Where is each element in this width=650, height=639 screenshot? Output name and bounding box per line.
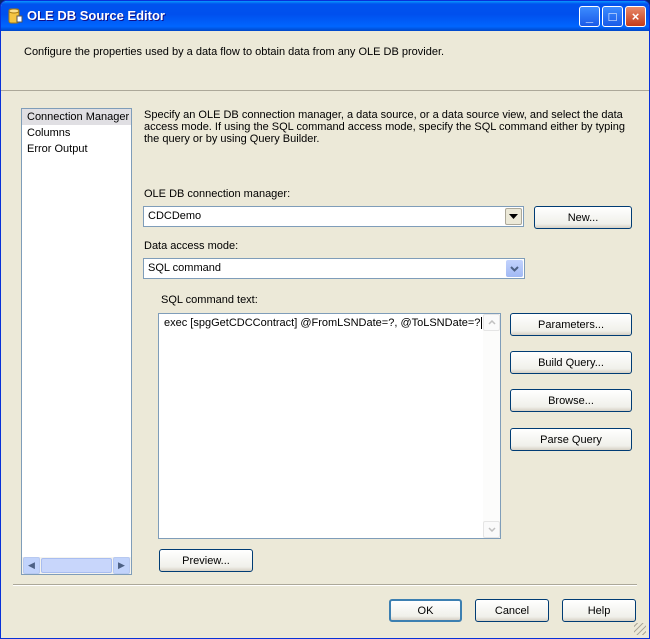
- title-bar[interactable]: OLE DB Source Editor _ □ ×: [1, 1, 649, 31]
- ole-db-source-editor-window: OLE DB Source Editor _ □ × Configure the…: [0, 0, 650, 639]
- footer-separator: [13, 584, 637, 586]
- chevron-down-icon: [509, 213, 518, 219]
- build-query-button[interactable]: Build Query...: [510, 351, 632, 374]
- chevron-down-icon: [510, 265, 519, 272]
- connection-manager-label: OLE DB connection manager:: [144, 188, 291, 200]
- scroll-right-button[interactable]: ▶: [113, 557, 130, 574]
- nav-item-connection-manager[interactable]: Connection Manager: [22, 109, 131, 125]
- header-description: Configure the properties used by a data …: [24, 46, 445, 58]
- chevron-right-icon: ▶: [118, 560, 125, 570]
- help-button[interactable]: Help: [562, 599, 636, 622]
- close-icon: ×: [631, 9, 640, 24]
- sql-vertical-scrollbar[interactable]: [483, 314, 500, 538]
- parameters-button[interactable]: Parameters...: [510, 313, 632, 336]
- close-button[interactable]: ×: [625, 6, 646, 27]
- window-title: OLE DB Source Editor: [27, 8, 165, 23]
- connection-manager-value: CDCDemo: [148, 210, 202, 222]
- sql-command-label: SQL command text:: [161, 294, 258, 306]
- ssis-component-icon: [8, 8, 23, 24]
- sql-command-text: exec [spgGetCDCContract] @FromLSNDate=?,…: [164, 317, 483, 330]
- scroll-left-button[interactable]: ◀: [23, 557, 40, 574]
- access-mode-value: SQL command: [148, 262, 221, 274]
- resize-grip[interactable]: [634, 623, 646, 635]
- cancel-button[interactable]: Cancel: [475, 599, 549, 622]
- combo-dropdown-button[interactable]: [505, 208, 522, 225]
- chevron-up-icon: [487, 320, 496, 325]
- nav-horizontal-scrollbar[interactable]: ◀ ▶: [22, 557, 131, 574]
- nav-item-columns[interactable]: Columns: [22, 125, 131, 141]
- connection-manager-combo[interactable]: CDCDemo: [143, 206, 524, 227]
- ok-button[interactable]: OK: [389, 599, 462, 622]
- combo-dropdown-button[interactable]: [506, 260, 523, 277]
- header-panel: [1, 31, 649, 91]
- chevron-left-icon: ◀: [28, 560, 35, 570]
- parse-query-button[interactable]: Parse Query: [510, 428, 632, 451]
- access-mode-label: Data access mode:: [144, 240, 239, 252]
- new-connection-button[interactable]: New...: [534, 206, 632, 229]
- scroll-up-button[interactable]: [483, 314, 500, 331]
- page-description: Specify an OLE DB connection manager, a …: [144, 109, 625, 145]
- nav-item-error-output[interactable]: Error Output: [22, 141, 131, 157]
- access-mode-combo[interactable]: SQL command: [143, 258, 525, 279]
- maximize-icon: □: [608, 9, 617, 24]
- minimize-icon: _: [585, 9, 594, 24]
- sql-command-textarea[interactable]: exec [spgGetCDCContract] @FromLSNDate=?,…: [158, 313, 501, 539]
- chevron-down-icon: [487, 527, 496, 532]
- browse-button[interactable]: Browse...: [510, 389, 632, 412]
- scroll-down-button[interactable]: [483, 521, 500, 538]
- page-navigation-list: Connection Manager Columns Error Output …: [21, 108, 132, 575]
- scroll-thumb[interactable]: [41, 558, 112, 573]
- sql-command-value: exec [spgGetCDCContract] @FromLSNDate=?,…: [164, 317, 481, 329]
- preview-button[interactable]: Preview...: [159, 549, 253, 572]
- minimize-button[interactable]: _: [579, 6, 600, 27]
- maximize-button[interactable]: □: [602, 6, 623, 27]
